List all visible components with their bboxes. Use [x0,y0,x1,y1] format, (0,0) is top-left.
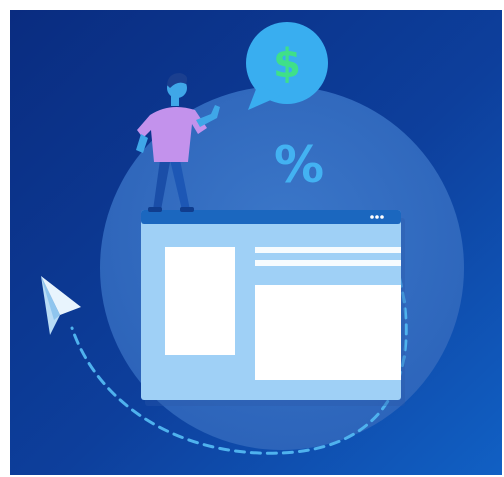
text-line-2 [255,260,401,266]
illustration: $ % [10,10,502,475]
illustration-canvas: $ % [10,10,502,475]
window-dots-icon [370,215,384,219]
percent-symbol: % [274,136,324,194]
browser-window-icon [141,210,405,406]
image-panel [165,247,235,355]
text-line-1 [255,247,401,253]
content-panel [255,285,401,380]
dollar-symbol: $ [273,41,301,87]
browser-titlebar [141,210,401,224]
